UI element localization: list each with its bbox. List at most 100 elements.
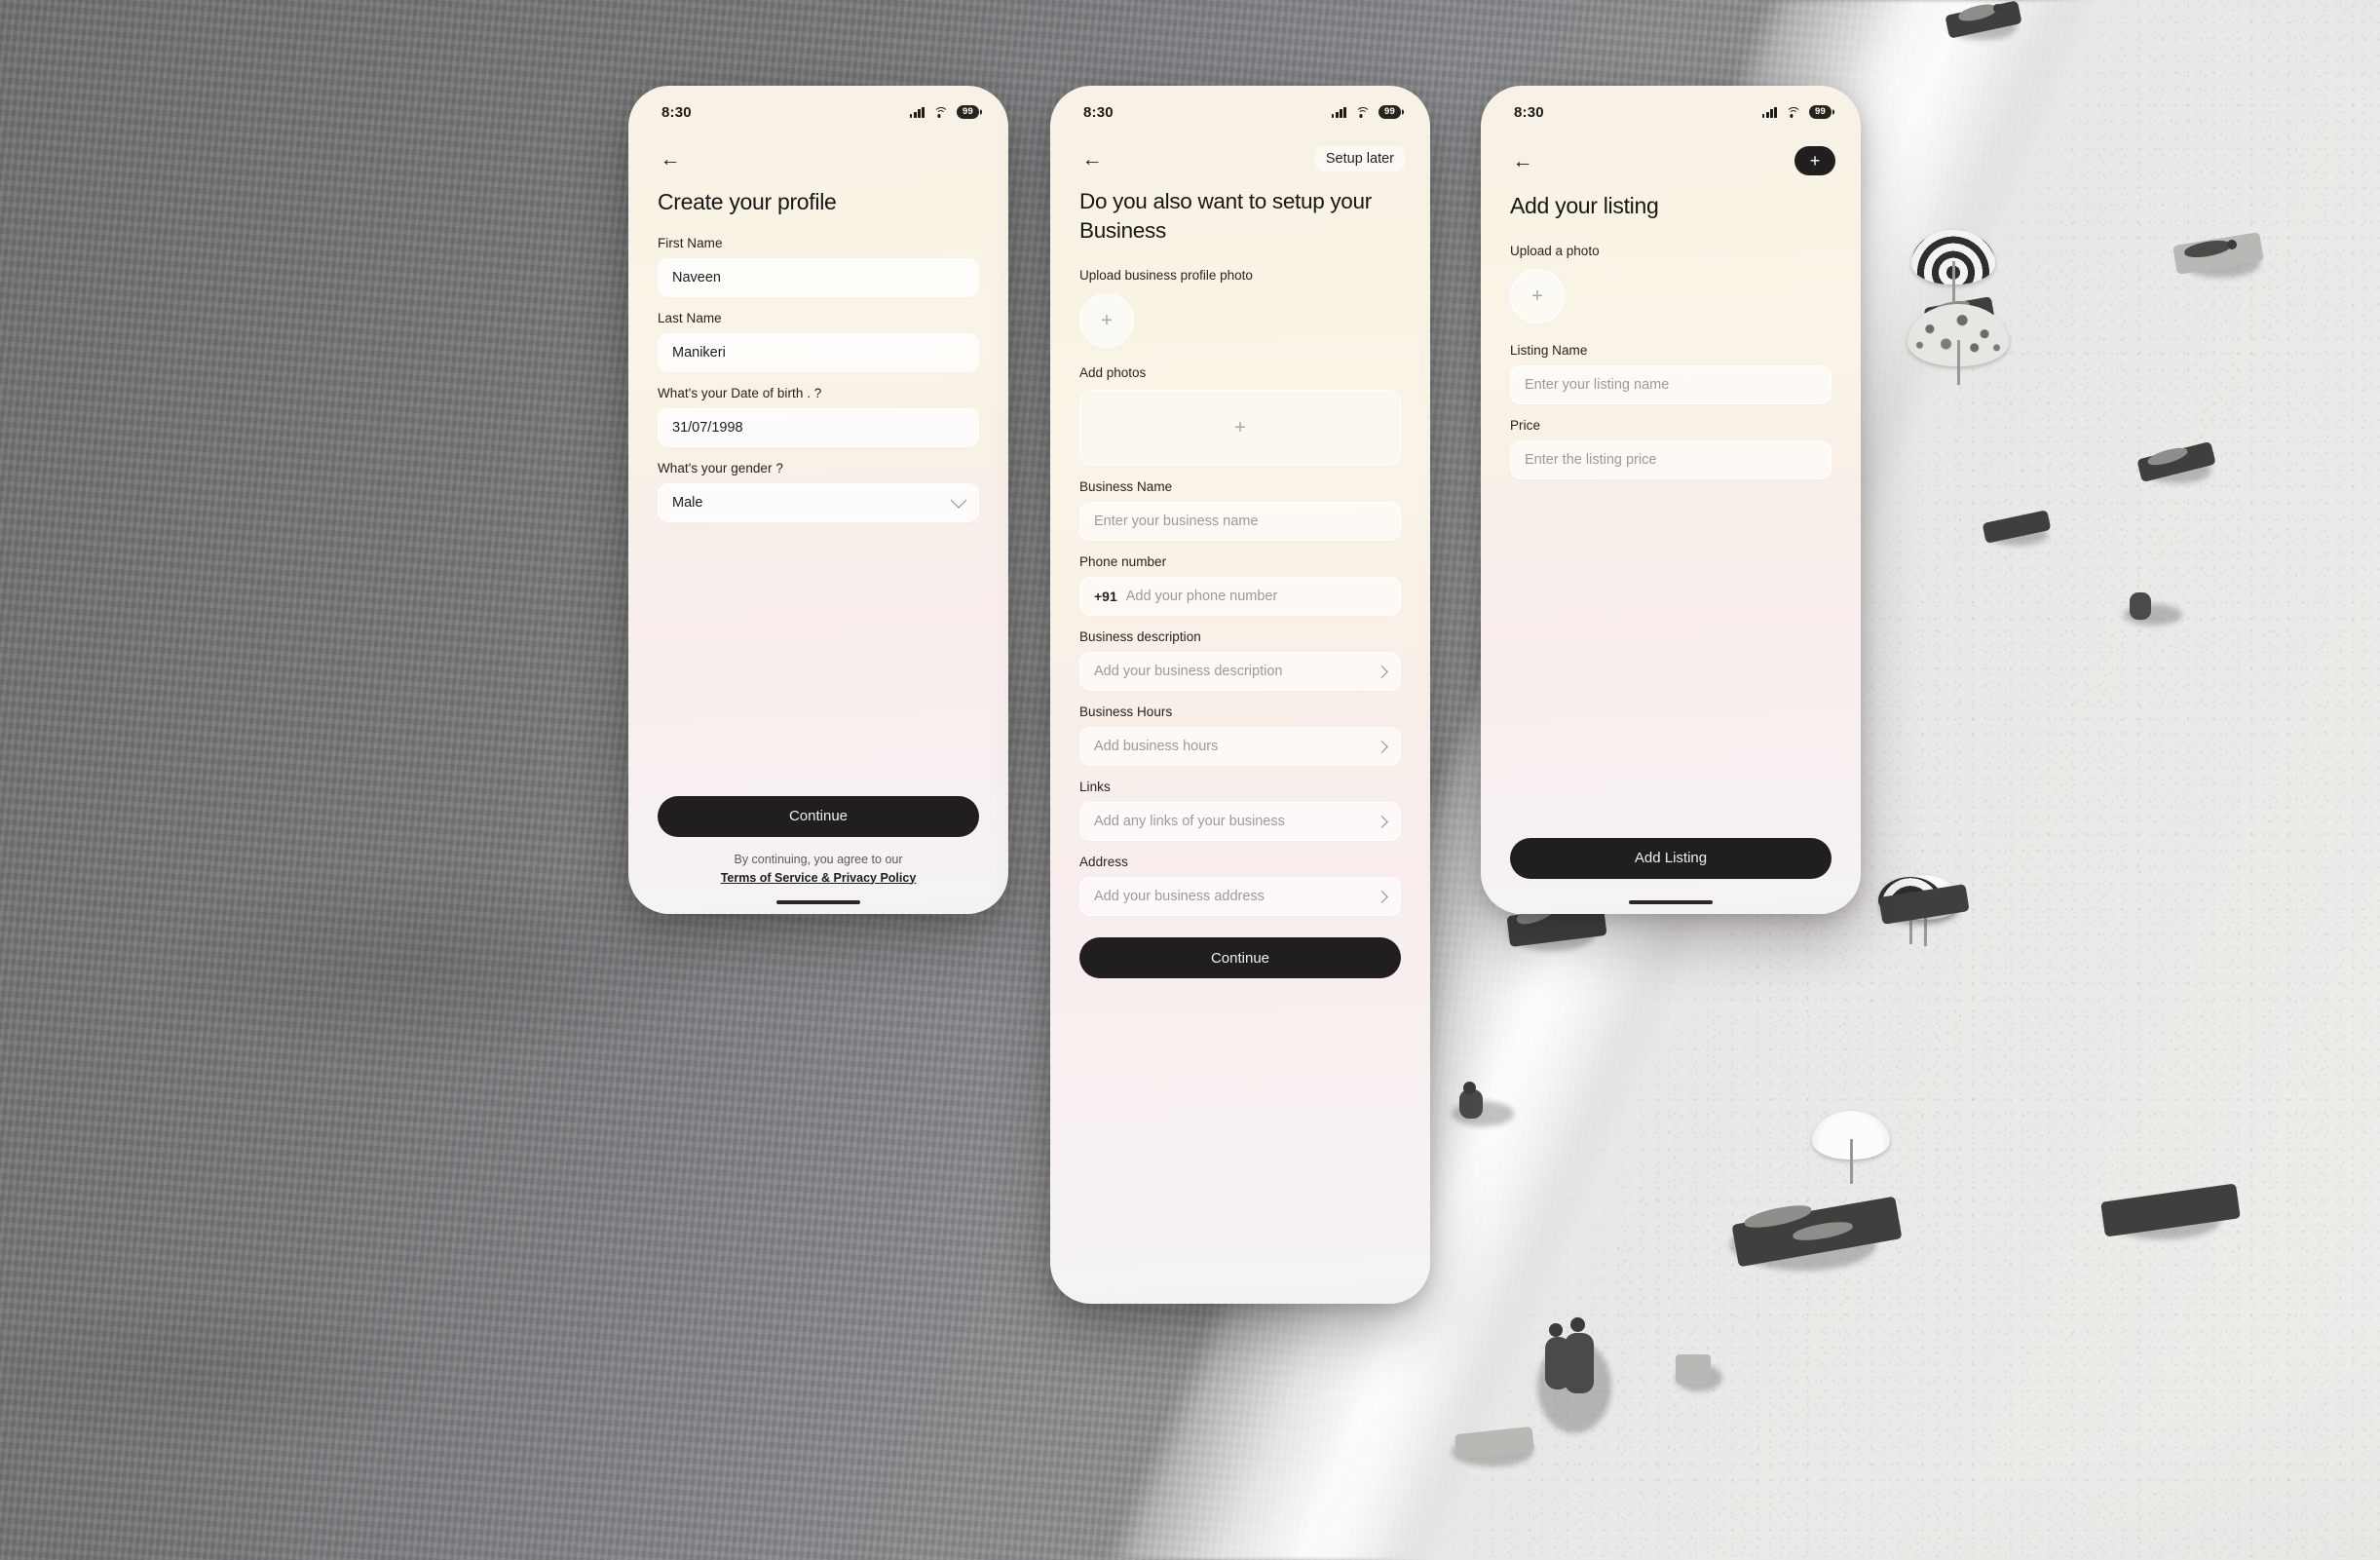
add-photos-button[interactable]: + bbox=[1079, 390, 1401, 467]
field-label: Price bbox=[1510, 418, 1541, 434]
upload-photo-button[interactable]: + bbox=[1510, 269, 1565, 324]
terms-of-service-link[interactable]: Terms of Service & Privacy Policy bbox=[721, 871, 917, 885]
upload-photo-label: Upload a photo bbox=[1510, 244, 1600, 259]
field-label: Links bbox=[1079, 780, 1111, 795]
nav-bar: ← Setup later bbox=[1050, 125, 1430, 171]
chevron-down-icon bbox=[950, 492, 967, 510]
page-title: Create your profile bbox=[658, 189, 837, 214]
listing-name-input[interactable]: Enter your listing name bbox=[1510, 365, 1832, 405]
battery-icon: 99 bbox=[1809, 105, 1832, 119]
field-label: Address bbox=[1079, 855, 1128, 870]
screen-content: Add your listing Upload a photo + Listin… bbox=[1481, 175, 1861, 914]
phone-screen-add-listing: 8:30 99 ← + Add your listing Upload a ph… bbox=[1481, 86, 1861, 914]
first-name-input[interactable]: Naveen bbox=[658, 258, 979, 298]
field-label: What's your gender ? bbox=[658, 461, 783, 476]
business-description-row[interactable]: Add your business description bbox=[1079, 652, 1401, 692]
upload-business-photo-label: Upload business profile photo bbox=[1079, 268, 1253, 284]
last-name-input[interactable]: Manikeri bbox=[658, 333, 979, 373]
upload-business-photo-button[interactable]: + bbox=[1079, 293, 1134, 349]
price-input[interactable]: Enter the listing price bbox=[1510, 440, 1832, 480]
field-placeholder: Add your phone number bbox=[1125, 589, 1278, 605]
terms-block: By continuing, you agree to our Terms of… bbox=[658, 851, 979, 887]
field-gender: What's your gender ? Male bbox=[658, 461, 979, 523]
field-business-hours: Business Hours Add business hours bbox=[1079, 704, 1401, 767]
back-arrow-icon[interactable]: ← bbox=[1079, 146, 1105, 171]
plus-icon: + bbox=[1101, 309, 1113, 331]
plus-icon: + bbox=[1234, 416, 1246, 438]
links-row[interactable]: Add any links of your business bbox=[1079, 802, 1401, 842]
address-row[interactable]: Add your business address bbox=[1079, 877, 1401, 917]
field-last-name: Last Name Manikeri bbox=[658, 311, 979, 373]
screen-content: Create your profile First Name Naveen La… bbox=[628, 171, 1008, 914]
cellular-signal-icon bbox=[1761, 106, 1778, 118]
cellular-signal-icon bbox=[1331, 106, 1347, 118]
field-value: Naveen bbox=[672, 270, 721, 286]
status-bar: 8:30 99 bbox=[628, 86, 1008, 125]
field-phone-number: Phone number +91 Add your phone number bbox=[1079, 554, 1401, 617]
business-hours-row[interactable]: Add business hours bbox=[1079, 727, 1401, 767]
field-placeholder: Enter your listing name bbox=[1525, 377, 1670, 394]
field-placeholder: Add business hours bbox=[1094, 739, 1219, 755]
setup-later-button[interactable]: Setup later bbox=[1314, 146, 1405, 171]
plus-icon: + bbox=[1809, 151, 1821, 171]
phone-screen-setup-business: 8:30 99 ← Setup later Do you also want t… bbox=[1050, 86, 1430, 1304]
screen-content: Do you also want to setup your Business … bbox=[1050, 171, 1430, 1304]
continue-button[interactable]: Continue bbox=[1079, 937, 1401, 979]
field-business-name: Business Name Enter your business name bbox=[1079, 479, 1401, 542]
field-label: Business Name bbox=[1079, 479, 1173, 495]
home-indicator[interactable] bbox=[776, 899, 860, 904]
phone-screen-create-profile: 8:30 99 ← Create your profile First Name… bbox=[628, 86, 1008, 914]
field-label: Phone number bbox=[1079, 554, 1167, 570]
plus-icon: + bbox=[1531, 285, 1543, 307]
field-listing-name: Listing Name Enter your listing name bbox=[1510, 343, 1832, 405]
field-links: Links Add any links of your business bbox=[1079, 780, 1401, 842]
field-placeholder: Add your business description bbox=[1094, 664, 1283, 680]
wifi-icon bbox=[933, 106, 949, 118]
field-date-of-birth: What's your Date of birth . ? 31/07/1998 bbox=[658, 386, 979, 448]
wifi-icon bbox=[1786, 106, 1801, 118]
phone-number-input[interactable]: +91 Add your phone number bbox=[1079, 577, 1401, 617]
field-placeholder: Enter the listing price bbox=[1525, 452, 1657, 469]
field-label: What's your Date of birth . ? bbox=[658, 386, 822, 401]
chevron-right-icon bbox=[1376, 741, 1388, 753]
nav-bar: ← + bbox=[1481, 125, 1861, 175]
country-code-prefix: +91 bbox=[1094, 589, 1117, 605]
field-value: 31/07/1998 bbox=[672, 420, 743, 437]
screenshot-canvas: 8:30 99 ← Create your profile First Name… bbox=[0, 0, 2380, 1560]
status-time: 8:30 bbox=[1083, 103, 1114, 121]
field-label: Business Hours bbox=[1079, 704, 1173, 720]
field-value: Manikeri bbox=[672, 345, 726, 361]
field-price: Price Enter the listing price bbox=[1510, 418, 1832, 480]
field-label: First Name bbox=[658, 236, 723, 251]
field-label: Business description bbox=[1079, 629, 1201, 645]
gender-select[interactable]: Male bbox=[658, 483, 979, 523]
cellular-signal-icon bbox=[909, 106, 926, 118]
status-bar: 8:30 99 bbox=[1481, 86, 1861, 125]
page-title: Add your listing bbox=[1510, 193, 1659, 218]
field-label: Last Name bbox=[658, 311, 722, 326]
back-arrow-icon[interactable]: ← bbox=[658, 146, 683, 171]
page-title: Do you also want to setup your Business bbox=[1079, 189, 1372, 243]
field-placeholder: Add any links of your business bbox=[1094, 814, 1285, 830]
terms-text: By continuing, you agree to our bbox=[734, 852, 903, 866]
field-business-description: Business description Add your business d… bbox=[1079, 629, 1401, 692]
home-indicator[interactable] bbox=[1629, 899, 1713, 904]
date-of-birth-input[interactable]: 31/07/1998 bbox=[658, 408, 979, 448]
field-placeholder: Add your business address bbox=[1094, 889, 1265, 905]
field-value: Male bbox=[672, 495, 703, 512]
business-name-input[interactable]: Enter your business name bbox=[1079, 502, 1401, 542]
battery-icon: 99 bbox=[1379, 105, 1401, 119]
field-label: Listing Name bbox=[1510, 343, 1588, 359]
add-listing-button[interactable]: Add Listing bbox=[1510, 837, 1832, 879]
status-time: 8:30 bbox=[1514, 103, 1544, 121]
add-button-fab[interactable]: + bbox=[1794, 146, 1835, 175]
chevron-right-icon bbox=[1376, 816, 1388, 828]
status-bar: 8:30 99 bbox=[1050, 86, 1430, 125]
field-first-name: First Name Naveen bbox=[658, 236, 979, 298]
add-photos-label: Add photos bbox=[1079, 365, 1147, 381]
chevron-right-icon bbox=[1376, 666, 1388, 678]
continue-button[interactable]: Continue bbox=[658, 795, 979, 837]
nav-bar: ← bbox=[628, 125, 1008, 171]
back-arrow-icon[interactable]: ← bbox=[1510, 148, 1535, 173]
field-address: Address Add your business address bbox=[1079, 855, 1401, 917]
